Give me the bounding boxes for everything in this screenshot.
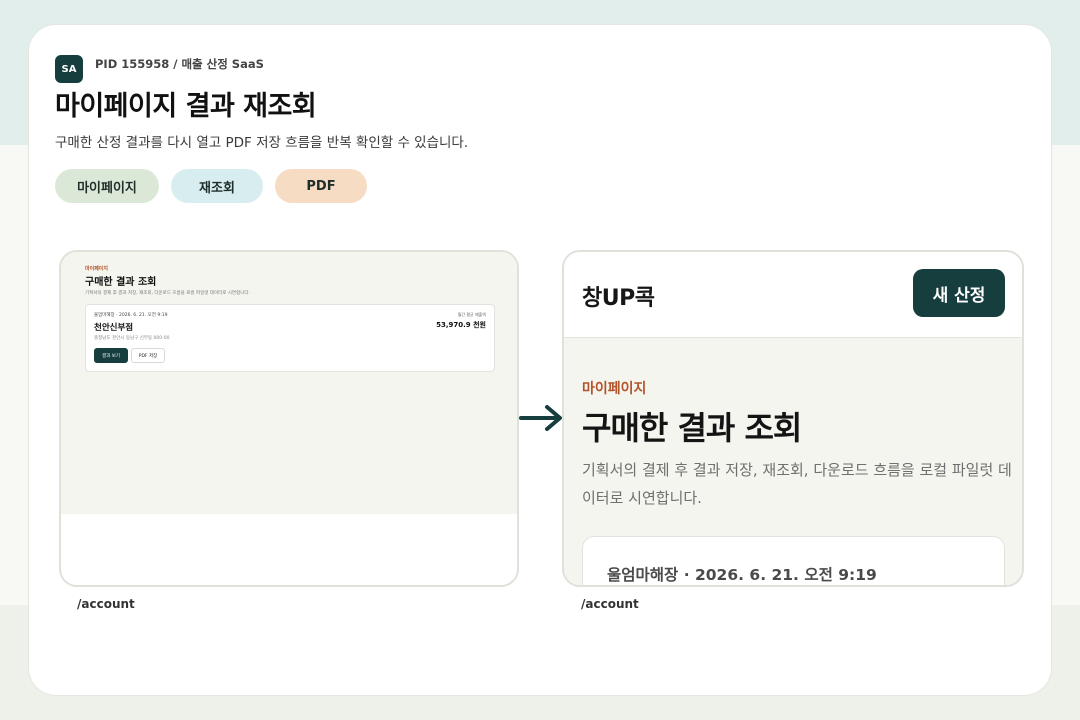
main-card: SA PID 155958 / 매출 산정 SaaS 마이페이지 결과 재조회 …	[28, 24, 1052, 696]
zoomed-eyebrow: 마이페이지	[582, 381, 647, 397]
mini-title: 구매한 결과 조회	[85, 277, 157, 288]
tag-chips: 마이페이지 재조회 PDF	[55, 169, 367, 203]
screenshot-overview: 마이페이지 구매한 결과 조회 기획서의 결제 후 결과 저장, 재조회, 다운…	[59, 250, 519, 587]
screenshot-zoomed: 창UP콕 새 산정 마이페이지 구매한 결과 조회 기획서의 결제 후 결과 저…	[562, 250, 1024, 587]
mini-store-address: 충청남도 천안시 동남구 신부동 000-00	[94, 336, 170, 341]
chip-pdf[interactable]: PDF	[275, 169, 367, 203]
project-id: PID 155958 / 매출 산정 SaaS	[95, 57, 264, 71]
page-subtitle: 구매한 산정 결과를 다시 열고 PDF 저장 흐름을 반복 확인할 수 있습니…	[55, 135, 469, 151]
mini-pdf-save-button[interactable]: PDF 저장	[131, 348, 165, 363]
right-shot-caption: /account	[581, 597, 639, 611]
app-logo[interactable]: 창UP콕	[582, 280, 655, 312]
zoomed-header: 창UP콕 새 산정	[564, 252, 1022, 338]
mini-store-name: 천안신부점	[94, 323, 134, 333]
mini-store-meta: 울엄마해장 · 2026. 6. 21. 오전 9:19	[94, 313, 168, 318]
zoomed-title: 구매한 결과 조회	[582, 409, 802, 447]
zoomed-body: 마이페이지 구매한 결과 조회 기획서의 결제 후 결과 저장, 재조회, 다운…	[564, 338, 1022, 585]
new-estimate-button[interactable]: 새 산정	[913, 269, 1005, 317]
chip-requery[interactable]: 재조회	[171, 169, 263, 203]
zoomed-card-meta: 울엄마해장 · 2026. 6. 21. 오전 9:19	[607, 566, 877, 584]
zoomed-description: 기획서의 결제 후 결과 저장, 재조회, 다운로드 흐름을 로컬 파일럿 데이…	[582, 461, 1012, 507]
left-shot-caption: /account	[77, 597, 135, 611]
page-title: 마이페이지 결과 재조회	[55, 91, 317, 122]
app-badge: SA	[55, 55, 83, 83]
mini-view-result-button[interactable]: 결과 보기	[94, 348, 128, 363]
mini-eyebrow: 마이페이지	[85, 266, 109, 272]
arrow-right-icon	[519, 405, 562, 431]
zoomed-result-card[interactable]: 울엄마해장 · 2026. 6. 21. 오전 9:19	[582, 536, 1005, 585]
mini-result-card: 울엄마해장 · 2026. 6. 21. 오전 9:19 천안신부점 충청남도 …	[85, 304, 495, 372]
chip-mypage[interactable]: 마이페이지	[55, 169, 159, 203]
mini-sales-label: 월간 평균 매출액	[457, 312, 486, 317]
mini-description: 기획서의 결제 후 결과 저장, 재조회, 다운로드 흐름을 로컬 파일럿 데이…	[85, 291, 250, 296]
mini-sales-value: 53,970.9 천원	[436, 321, 486, 329]
